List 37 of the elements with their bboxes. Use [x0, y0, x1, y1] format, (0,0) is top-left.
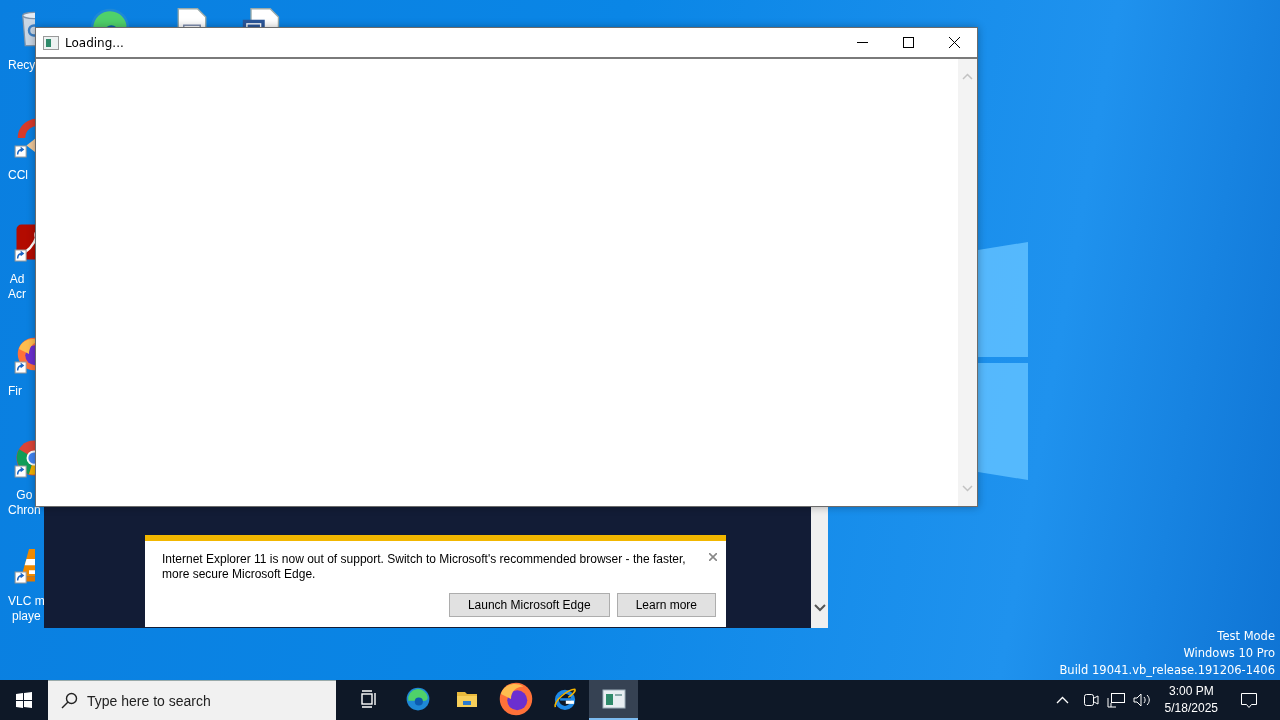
notification-icon[interactable]	[1240, 691, 1258, 709]
icon-label[interactable]: Recy	[8, 58, 36, 73]
icon-label[interactable]: Fir	[8, 384, 22, 399]
window-icon	[43, 35, 59, 50]
scrollbar[interactable]	[811, 507, 828, 628]
window-title: Loading...	[65, 35, 125, 50]
search-icon	[61, 692, 78, 709]
minimize-icon	[856, 42, 868, 43]
task-view-icon	[358, 689, 379, 709]
close-icon	[948, 37, 960, 48]
chevron-up-icon[interactable]	[1055, 696, 1069, 704]
network-icon[interactable]	[1106, 692, 1125, 708]
maximize-icon	[902, 37, 914, 48]
icon-label[interactable]: Ad Acr	[8, 272, 26, 302]
search-field[interactable]: Type here to search	[48, 680, 336, 720]
clock-date[interactable]: 5/18/2025	[1164, 700, 1218, 717]
system-info-text: Build 19041.vb_release.191206-1406	[1059, 662, 1275, 679]
wave-globe-icon	[404, 686, 431, 712]
windows-logo-icon	[16, 692, 32, 708]
icon-label[interactable]: Go Chron	[8, 488, 41, 518]
system-info-text: Test Mode	[1217, 628, 1275, 645]
camera-icon[interactable]	[1082, 692, 1099, 708]
window-icon	[601, 689, 626, 709]
scroll-down-icon[interactable]	[813, 604, 826, 612]
learn-more-button[interactable]: Learn more	[616, 593, 716, 617]
system-info-text: Windows 10 Pro	[1183, 645, 1275, 662]
close-icon[interactable]	[709, 553, 717, 561]
document-app-icon[interactable]	[14, 222, 35, 262]
launch-button[interactable]: Launch Microsoft Edge	[448, 593, 610, 617]
broom-icon[interactable]	[14, 118, 35, 158]
notification-message: Internet Explorer 11 is now out of support. Switch to Microsoft's recommended browser - the faster, more secure Microsoft Edge.	[162, 552, 687, 582]
icon-label[interactable]: CCl	[8, 168, 28, 183]
volume-icon[interactable]	[1132, 692, 1151, 708]
icon-label[interactable]: VLC m playe	[8, 594, 45, 624]
clock-time[interactable]: 3:00 PM	[1168, 683, 1214, 700]
taskbar-app[interactable]	[589, 680, 638, 720]
e-logo-icon	[551, 686, 578, 712]
